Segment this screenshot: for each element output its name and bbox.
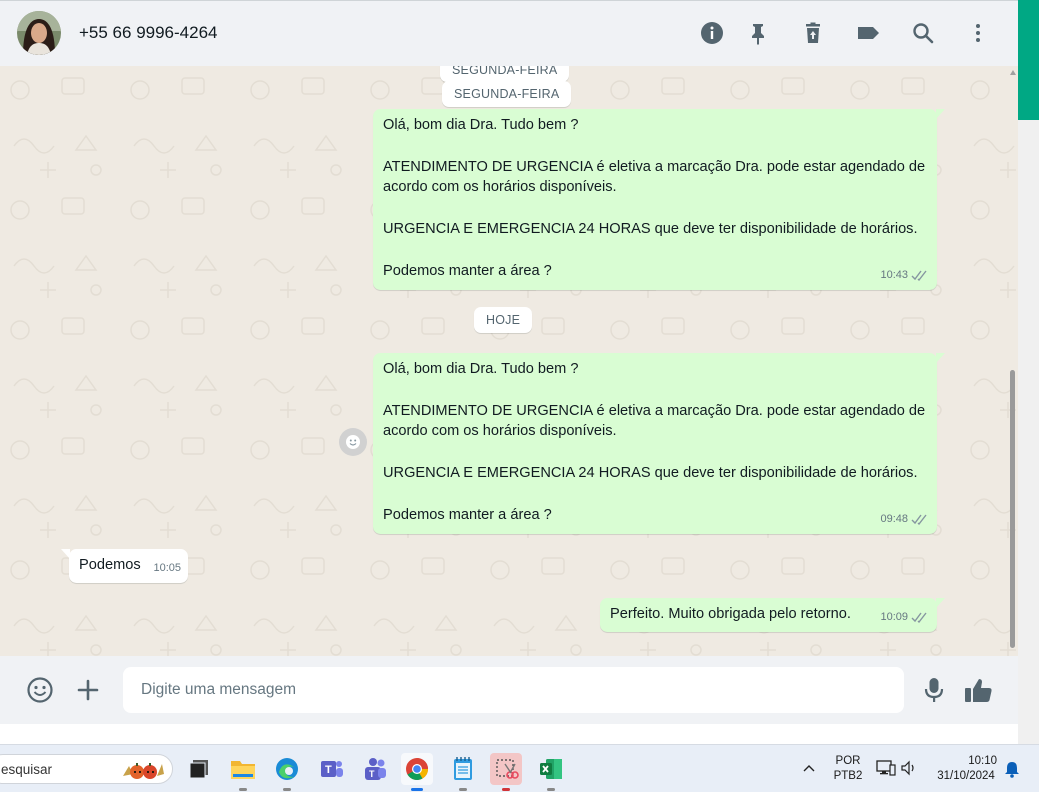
halloween-pumpkin-icon	[123, 763, 164, 779]
search-icon[interactable]	[910, 20, 936, 46]
snipping-tool-icon[interactable]	[490, 753, 522, 791]
attach-plus-icon[interactable]	[71, 673, 105, 707]
taskbar-clock[interactable]: 10:10 31/10/2024	[930, 754, 1002, 784]
file-explorer-icon[interactable]	[227, 753, 259, 791]
thumbs-up-icon[interactable]	[961, 673, 995, 707]
bubble-tail	[936, 598, 945, 608]
message-meta: 10:05	[153, 558, 181, 579]
emoji-reaction-icon[interactable]	[339, 428, 367, 456]
whatsapp-window: +55 66 9996-4264 SEGUNDA-FEIRA SEGUNDA-F…	[0, 0, 1018, 724]
keyboard-layout: PTB2	[833, 770, 863, 782]
emoji-icon[interactable]	[23, 673, 57, 707]
running-indicator	[459, 788, 467, 791]
running-indicator	[502, 788, 510, 791]
clock-time: 10:10	[968, 755, 997, 767]
side-panel-edge	[1018, 0, 1039, 744]
message-input[interactable]	[123, 667, 904, 713]
input-language[interactable]: POR PTB2	[832, 754, 864, 784]
network-icon[interactable]	[876, 759, 896, 782]
task-view-icon[interactable]	[183, 753, 215, 785]
clock-date: 31/10/2024	[937, 770, 995, 782]
info-icon[interactable]	[699, 20, 725, 46]
chat-header: +55 66 9996-4264	[0, 0, 1018, 66]
running-indicator	[283, 788, 291, 791]
message-text: Olá, bom dia Dra. Tudo bem ? ATENDIMENTO…	[383, 361, 926, 523]
message-bubble-outgoing[interactable]: Olá, bom dia Dra. Tudo bem ? ATENDIMENTO…	[373, 109, 945, 290]
bubble-tail	[936, 109, 945, 119]
volume-icon[interactable]	[900, 760, 918, 781]
message-text: Podemos	[79, 557, 141, 573]
message-text: Perfeito. Muito obrigada pelo retorno.	[610, 606, 851, 622]
windows-taskbar: esquisar T T POR PTB2 10:10 31/10/2024	[0, 744, 1039, 792]
show-hidden-icons-chevron-icon[interactable]	[801, 760, 817, 781]
scroll-up-arrow-icon[interactable]	[1010, 70, 1016, 75]
chat-scrollbar[interactable]	[1008, 66, 1018, 656]
message-bubble-outgoing[interactable]: Perfeito. Muito obrigada pelo retorno. 1…	[600, 598, 945, 632]
message-text: Olá, bom dia Dra. Tudo bem ? ATENDIMENTO…	[383, 117, 926, 279]
scroll-thumb[interactable]	[1010, 370, 1015, 648]
chrome-icon[interactable]	[401, 753, 433, 791]
taskbar-search[interactable]: esquisar	[0, 754, 173, 784]
menu-icon[interactable]	[965, 20, 991, 46]
message-bubble-incoming[interactable]: Podemos 10:05	[61, 549, 188, 583]
double-check-icon	[911, 514, 927, 526]
accent-strip	[1018, 0, 1039, 120]
microphone-icon[interactable]	[917, 673, 951, 707]
message-meta: 10:09	[880, 607, 929, 628]
window-gap	[0, 724, 1018, 744]
excel-icon[interactable]	[535, 753, 567, 791]
taskbar-search-text: esquisar	[1, 762, 53, 777]
compose-bar	[0, 656, 1018, 724]
edge-icon[interactable]	[271, 753, 303, 791]
running-indicator	[239, 788, 247, 791]
active-indicator	[411, 788, 423, 791]
message-list[interactable]: SEGUNDA-FEIRA SEGUNDA-FEIRA Olá, bom dia…	[0, 66, 1018, 656]
bubble-tail	[936, 353, 945, 363]
notepad-icon[interactable]	[447, 753, 479, 791]
bubble-tail	[61, 549, 70, 559]
double-check-icon	[911, 270, 927, 282]
message-time: 10:05	[153, 562, 181, 575]
notification-bell-icon[interactable]	[1003, 760, 1021, 783]
svg-text:T: T	[325, 764, 332, 776]
delete-icon[interactable]	[800, 20, 826, 46]
message-time: 10:43	[880, 269, 908, 282]
teams-work-icon[interactable]: T	[359, 753, 391, 785]
date-chip-today: HOJE	[474, 307, 533, 333]
message-time: 10:09	[880, 611, 908, 624]
language-code: POR	[835, 755, 861, 767]
label-icon[interactable]	[855, 20, 881, 46]
message-bubble-outgoing[interactable]: Olá, bom dia Dra. Tudo bem ? ATENDIMENTO…	[373, 353, 945, 534]
double-check-icon	[911, 612, 927, 624]
teams-personal-icon[interactable]: T	[315, 753, 347, 785]
date-chip-partial: SEGUNDA-FEIRA	[440, 66, 570, 82]
message-time: 09:48	[880, 513, 908, 526]
message-meta: 09:48	[880, 509, 929, 530]
contact-avatar[interactable]	[17, 11, 61, 55]
pin-icon[interactable]	[745, 20, 771, 46]
svg-text:T: T	[369, 769, 375, 779]
running-indicator	[547, 788, 555, 791]
contact-name[interactable]: +55 66 9996-4264	[79, 23, 218, 43]
date-chip-monday: SEGUNDA-FEIRA	[442, 81, 572, 107]
message-meta: 10:43	[880, 265, 929, 286]
